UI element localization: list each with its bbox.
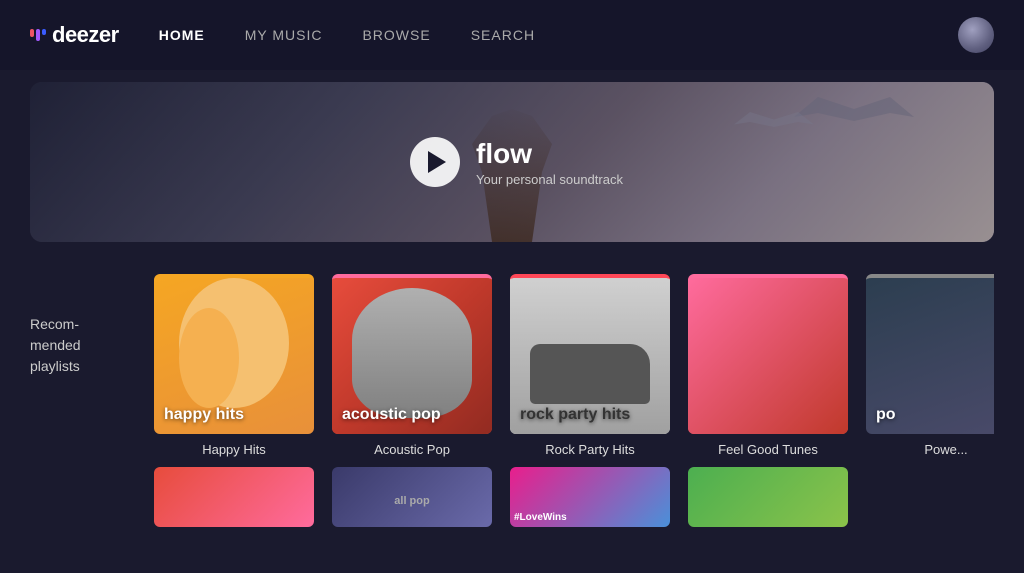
bottom-label-3: #LoveWins [514, 512, 567, 523]
flow-subtitle: Your personal soundtrack [476, 172, 623, 187]
bottom-row: all pop #LoveWins [0, 467, 1024, 527]
logo-bar-2 [36, 29, 40, 41]
bottom-thumb-3[interactable]: #LoveWins [510, 467, 670, 527]
playlist-acoustic-pop[interactable]: acoustic pop Acoustic Pop [332, 274, 492, 457]
playlist-cover-rock-inner: rock party hits [510, 278, 670, 434]
playlist-cover-feelgood: feel good tunes [688, 274, 848, 434]
playlist-cover-happy-label: happy hits [164, 405, 244, 424]
nav-links: HOME MY MUSIC BROWSE SEARCH [159, 27, 958, 43]
playlist-power[interactable]: po Powe... [866, 274, 994, 457]
bottom-thumb-1[interactable] [154, 467, 314, 527]
playlist-name-rock: Rock Party Hits [545, 442, 635, 457]
bottom-thumb-4[interactable] [688, 467, 848, 527]
playlist-feel-good-tunes[interactable]: feel good tunes Feel Good Tunes [688, 274, 848, 457]
nav-browse[interactable]: BROWSE [362, 27, 430, 43]
playlist-name-feelgood: Feel Good Tunes [718, 442, 818, 457]
playlist-cover-acoustic: acoustic pop [332, 274, 492, 434]
nav-search[interactable]: SEARCH [471, 27, 535, 43]
playlist-name-power: Powe... [924, 442, 967, 457]
bottom-label-2: all pop [332, 467, 492, 527]
playlist-cover-acoustic-label: acoustic pop [342, 405, 441, 424]
section-label: Recom- mended playlists [30, 274, 130, 377]
playlist-cover-feelgood-label: feel good tunes [698, 405, 816, 424]
playlist-name-happy: Happy Hits [202, 442, 266, 457]
playlist-cover-power-label: po [876, 405, 896, 424]
playlist-cover-power: po [866, 274, 994, 434]
playlist-cover-rock-label: rock party hits [520, 405, 630, 424]
logo-icon [30, 29, 46, 41]
hero-content: flow Your personal soundtrack [410, 137, 623, 187]
playlists-row: happy hits Happy Hits acoustic pop Acous… [154, 274, 994, 457]
playlist-cover-power-inner: po [866, 278, 994, 434]
playlist-rock-party-hits[interactable]: rock party hits Rock Party Hits [510, 274, 670, 457]
nav-home[interactable]: HOME [159, 27, 205, 43]
avatar[interactable] [958, 17, 994, 53]
flow-title: flow [476, 138, 623, 170]
nav-my-music[interactable]: MY MUSIC [245, 27, 323, 43]
playlist-cover-rock: rock party hits [510, 274, 670, 434]
flow-play-button[interactable] [410, 137, 460, 187]
playlist-cover-happy-inner: happy hits [154, 278, 314, 434]
playlist-cover-happy: happy hits [154, 274, 314, 434]
navbar: deezer HOME MY MUSIC BROWSE SEARCH [0, 0, 1024, 70]
playlist-cover-feelgood-inner: feel good tunes [688, 278, 848, 434]
bottom-thumb-2[interactable]: all pop [332, 467, 492, 527]
logo-bar-3 [42, 29, 46, 35]
playlist-name-acoustic: Acoustic Pop [374, 442, 450, 457]
logo[interactable]: deezer [30, 22, 119, 48]
recommended-section: Recom- mended playlists happy hits Happy… [0, 254, 1024, 467]
playlist-cover-acoustic-inner: acoustic pop [332, 278, 492, 434]
hero-text: flow Your personal soundtrack [476, 138, 623, 187]
logo-text: deezer [52, 22, 119, 48]
playlist-happy-hits[interactable]: happy hits Happy Hits [154, 274, 314, 457]
hero-banner: flow Your personal soundtrack [30, 82, 994, 242]
logo-bar-1 [30, 29, 34, 37]
